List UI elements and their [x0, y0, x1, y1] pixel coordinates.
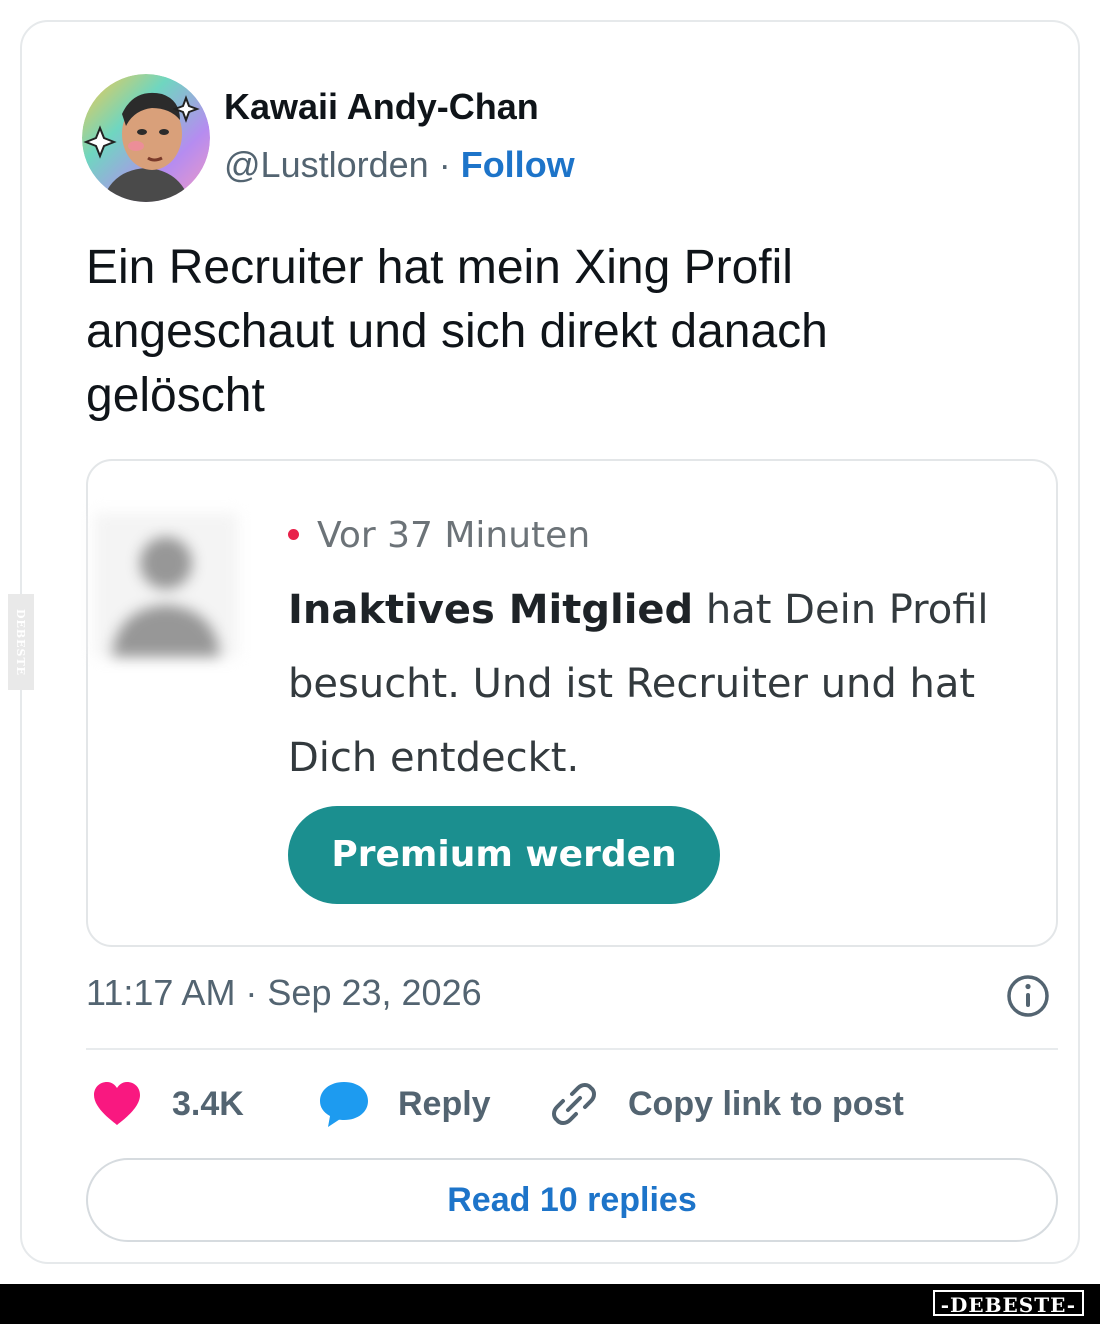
reply-label: Reply: [398, 1084, 491, 1123]
follow-link[interactable]: Follow: [461, 144, 575, 185]
blurred-profile-icon: [94, 513, 238, 657]
side-watermark: DEBESTE: [8, 594, 34, 690]
copy-link-label: Copy link to post: [628, 1084, 904, 1123]
unread-dot-icon: [288, 528, 299, 540]
author-name[interactable]: Kawaii Andy-Chan: [224, 86, 539, 128]
divider: [86, 1048, 1058, 1050]
speech-bubble-icon: [320, 1082, 368, 1127]
read-replies-button[interactable]: Read 10 replies: [86, 1158, 1058, 1242]
reply-button[interactable]: Reply: [318, 1078, 491, 1130]
heart-icon: [94, 1082, 140, 1125]
notification-time-row: Vor 37 Minuten: [288, 515, 590, 556]
post-timestamp[interactable]: 11:17 AM · Sep 23, 2026: [86, 972, 482, 1014]
notification-time: Vor 37 Minuten: [317, 515, 591, 556]
notification-text: Inaktives Mitglied hat Dein Profil besuc…: [288, 573, 1058, 795]
copy-link-button[interactable]: Copy link to post: [550, 1078, 904, 1130]
author-handle-row: @Lustlorden · Follow: [224, 144, 575, 186]
side-watermark-text: DEBESTE: [14, 608, 28, 676]
embedded-image[interactable]: Vor 37 Minuten Inaktives Mitglied hat De…: [86, 459, 1058, 947]
like-count: 3.4K: [172, 1084, 244, 1123]
info-icon[interactable]: [1005, 973, 1051, 1019]
separator-dot: ·: [438, 144, 451, 185]
link-icon: [552, 1083, 596, 1125]
footer-bar: -DEBESTE-: [0, 1284, 1100, 1324]
like-button[interactable]: 3.4K: [92, 1078, 244, 1130]
premium-button: Premium werden: [288, 806, 720, 904]
tweet-text: Ein Recruiter hat mein Xing Profil anges…: [86, 241, 828, 422]
footer-watermark: -DEBESTE-: [932, 1290, 1084, 1317]
author-avatar[interactable]: [82, 74, 210, 202]
author-handle[interactable]: @Lustlorden: [224, 144, 429, 185]
notification-member: Inaktives Mitglied: [288, 587, 694, 633]
tweet-card: Kawaii Andy-Chan @Lustlorden · Follow Ei…: [20, 20, 1080, 1264]
